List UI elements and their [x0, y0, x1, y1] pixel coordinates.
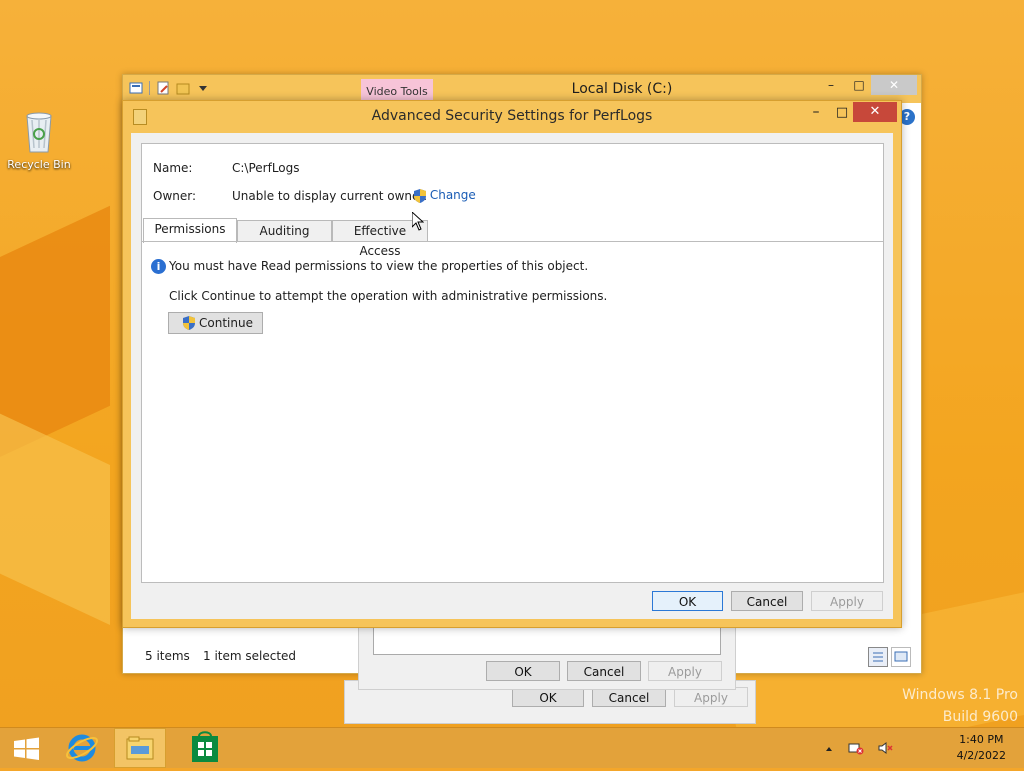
- maximize-button[interactable]: □: [845, 75, 873, 95]
- maximize-button[interactable]: □: [829, 103, 855, 123]
- dialog-body: Name: C:\PerfLogs Owner: Unable to displ…: [131, 133, 893, 619]
- owner-label: Owner:: [153, 189, 197, 203]
- properties-list-frame: [373, 627, 721, 655]
- ok-button[interactable]: OK: [512, 687, 584, 707]
- cancel-button[interactable]: Cancel: [592, 687, 666, 707]
- clock-date: 4/2/2022: [956, 749, 1006, 762]
- continue-button-label: Continue: [199, 316, 253, 330]
- apply-button[interactable]: Apply: [674, 687, 748, 707]
- network-icon[interactable]: [848, 741, 864, 758]
- file-explorer-icon: [126, 736, 154, 760]
- windows-watermark: Windows 8.1 Pro Build 9600: [902, 684, 1018, 728]
- large-icons-view-button[interactable]: [891, 647, 911, 667]
- ok-button[interactable]: OK: [486, 661, 560, 681]
- watermark-edition: Windows 8.1 Pro: [902, 687, 1018, 703]
- info-icon: i: [151, 259, 166, 274]
- recycle-bin-label: Recycle Bin: [7, 158, 71, 171]
- internet-explorer-icon: [65, 734, 99, 762]
- ok-button[interactable]: OK: [652, 591, 723, 611]
- name-value: C:\PerfLogs: [232, 161, 300, 175]
- clock-time: 1:40 PM: [959, 733, 1004, 746]
- advanced-security-dialog[interactable]: Advanced Security Settings for PerfLogs …: [122, 100, 902, 628]
- windows-logo-icon: [14, 737, 39, 760]
- cancel-button[interactable]: Cancel: [567, 661, 641, 681]
- uac-shield-icon: [414, 188, 426, 203]
- file-explorer-taskbar[interactable]: [114, 728, 166, 768]
- taskbar-clock[interactable]: 1:40 PM 4/2/2022: [957, 732, 1006, 764]
- close-button[interactable]: ✕: [853, 102, 897, 122]
- info-message: You must have Read permissions to view t…: [169, 259, 589, 273]
- owner-value: Unable to display current owner.: [232, 189, 428, 203]
- chevron-up-icon[interactable]: [824, 743, 834, 757]
- minimize-button[interactable]: –: [803, 103, 829, 123]
- apply-button[interactable]: Apply: [811, 591, 883, 611]
- volume-muted-icon[interactable]: [878, 741, 894, 758]
- system-tray: [824, 741, 894, 758]
- start-button[interactable]: [8, 728, 44, 768]
- store-icon: [192, 731, 218, 762]
- taskbar: 1:40 PM 4/2/2022: [0, 727, 1024, 768]
- recycle-bin[interactable]: Recycle Bin: [6, 110, 72, 171]
- name-label: Name:: [153, 161, 193, 175]
- dialog-title-bar[interactable]: Advanced Security Settings for PerfLogs …: [123, 101, 901, 131]
- internet-explorer-taskbar[interactable]: [62, 728, 102, 768]
- tab-permissions[interactable]: Permissions: [143, 218, 237, 243]
- close-button[interactable]: ✕: [871, 75, 917, 95]
- cancel-button[interactable]: Cancel: [731, 591, 803, 611]
- settings-panel: Name: C:\PerfLogs Owner: Unable to displ…: [141, 143, 884, 583]
- apply-button[interactable]: Apply: [648, 661, 722, 681]
- tab-divider: [142, 241, 883, 242]
- mouse-cursor-icon: [412, 212, 424, 231]
- continue-button[interactable]: Continue: [168, 312, 263, 334]
- change-link-text[interactable]: Change: [430, 188, 476, 202]
- details-view-button[interactable]: [868, 647, 888, 667]
- uac-shield-icon: [183, 316, 195, 336]
- tab-auditing[interactable]: Auditing: [237, 220, 332, 242]
- dialog-title: Advanced Security Settings for PerfLogs: [371, 108, 653, 124]
- explorer-title: Local Disk (C:): [571, 81, 673, 97]
- status-item-count: 5 items: [145, 649, 190, 663]
- status-selected-count: 1 item selected: [203, 649, 297, 663]
- continue-prompt: Click Continue to attempt the operation …: [169, 289, 608, 303]
- properties-dialog[interactable]: OK Cancel Apply: [358, 620, 736, 690]
- store-taskbar[interactable]: [188, 728, 222, 768]
- change-owner-link[interactable]: Change: [414, 188, 476, 203]
- watermark-build: Build 9600: [942, 709, 1018, 725]
- explorer-title-bar[interactable]: Video Tools Local Disk (C:) – □ ✕: [123, 75, 921, 103]
- minimize-button[interactable]: –: [817, 75, 845, 95]
- recycle-bin-icon: [24, 110, 54, 154]
